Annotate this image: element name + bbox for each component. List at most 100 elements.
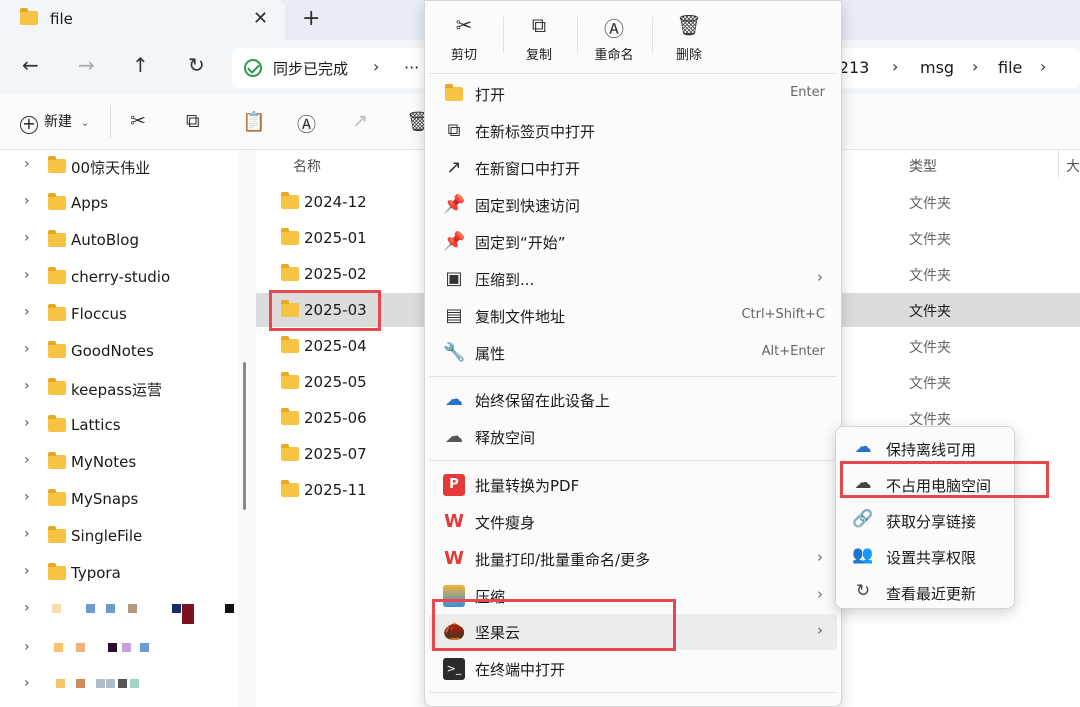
cloud-download-icon: ☁ bbox=[445, 389, 463, 410]
menu-item-label: 批量打印/批量重命名/更多 bbox=[475, 551, 651, 569]
sidebar-item[interactable]: › cherry-studio bbox=[0, 263, 237, 293]
divider bbox=[577, 17, 578, 53]
delete-button[interactable]: 🗑 删除 bbox=[654, 13, 724, 63]
highlight-box-free-space bbox=[840, 461, 1049, 498]
chevron-right-icon[interactable]: › bbox=[24, 267, 30, 283]
menu-item-open-new-window[interactable]: ↗ 在新窗口中打开 bbox=[429, 150, 837, 186]
menu-item-pin-start[interactable]: 📌 固定到“开始” bbox=[429, 224, 837, 260]
back-icon[interactable]: ← bbox=[22, 53, 39, 77]
submenu-item-keep-offline[interactable]: ☁ 保持离线可用 bbox=[840, 431, 1010, 465]
chevron-right-icon[interactable]: › bbox=[24, 526, 30, 542]
menu-item-open-terminal[interactable]: >_ 在终端中打开 bbox=[429, 651, 837, 687]
menu-item-free-space[interactable]: ☁ 释放空间 bbox=[429, 419, 837, 455]
menu-item-batch-pdf[interactable]: P 批量转换为PDF bbox=[429, 467, 837, 503]
chevron-right-icon[interactable]: › bbox=[972, 57, 978, 76]
sidebar-item[interactable]: › MyNotes bbox=[0, 448, 237, 478]
sidebar-item-obscured[interactable]: › bbox=[0, 671, 237, 701]
chevron-right-icon[interactable]: › bbox=[24, 378, 30, 394]
cut-icon[interactable]: ✂ bbox=[130, 110, 146, 132]
sync-check-icon bbox=[244, 59, 262, 77]
tab-file[interactable]: file ✕ bbox=[0, 0, 285, 40]
wps-icon: W bbox=[444, 511, 464, 532]
sidebar-item[interactable]: › GoodNotes bbox=[0, 337, 237, 367]
menu-item-compress-to[interactable]: ▣ 压缩到... › bbox=[429, 261, 837, 297]
submenu-item-share-link[interactable]: 🔗 获取分享链接 bbox=[840, 503, 1010, 537]
rename-icon[interactable]: Ⓐ bbox=[297, 110, 316, 137]
menu-divider bbox=[429, 460, 837, 461]
chevron-right-icon[interactable]: › bbox=[892, 57, 898, 76]
row-name: 2025-04 bbox=[304, 337, 367, 355]
sidebar-item[interactable]: › keepass运营 bbox=[0, 374, 237, 404]
cut-button[interactable]: ✂ 剪切 bbox=[429, 13, 499, 63]
menu-item-file-slim[interactable]: W 文件瘦身 bbox=[429, 504, 837, 540]
column-header-name[interactable]: 名称 bbox=[293, 156, 321, 176]
menu-item-open[interactable]: 打开 Enter bbox=[429, 76, 837, 112]
chevron-right-icon[interactable]: › bbox=[24, 563, 30, 579]
chevron-right-icon[interactable]: › bbox=[373, 57, 379, 76]
column-header-type[interactable]: 类型 bbox=[909, 156, 937, 176]
menu-item-keep-on-device[interactable]: ☁ 始终保留在此设备上 bbox=[429, 382, 837, 418]
column-header-size[interactable]: 大 bbox=[1066, 156, 1080, 176]
up-icon[interactable]: ↑ bbox=[132, 53, 149, 77]
paste-icon[interactable]: 📋 bbox=[242, 110, 266, 133]
more-crumbs-button[interactable]: ··· bbox=[404, 58, 419, 77]
menu-item-copy-path[interactable]: ▤ 复制文件地址 Ctrl+Shift+C bbox=[429, 298, 837, 334]
menu-item-open-new-tab[interactable]: ⧉ 在新标签页中打开 bbox=[429, 113, 837, 149]
sidebar-item[interactable]: › Floccus bbox=[0, 300, 237, 330]
copy-button[interactable]: ⧉ 复制 bbox=[504, 13, 574, 63]
chevron-right-icon[interactable]: › bbox=[24, 600, 30, 616]
sidebar-item-obscured[interactable]: › bbox=[0, 635, 237, 665]
sidebar-item[interactable]: › Typora bbox=[0, 559, 237, 589]
chevron-right-icon[interactable]: › bbox=[24, 193, 30, 209]
chevron-right-icon[interactable]: › bbox=[24, 156, 30, 172]
refresh-icon[interactable]: ↻ bbox=[188, 53, 205, 77]
submenu-item-recent-updates[interactable]: ↻ 查看最近更新 bbox=[840, 575, 1010, 609]
sidebar-item-obscured[interactable]: › bbox=[0, 596, 237, 626]
sidebar-scrollbar[interactable] bbox=[243, 362, 246, 510]
sidebar-item-label: Typora bbox=[71, 564, 121, 582]
menu-item-batch-more[interactable]: W 批量打印/批量重命名/更多 › bbox=[429, 541, 837, 577]
sidebar-item[interactable]: › 00惊天伟业 bbox=[0, 152, 237, 182]
sidebar-item[interactable]: › AutoBlog bbox=[0, 226, 237, 256]
obscured-block bbox=[108, 643, 117, 652]
obscured-block bbox=[122, 643, 131, 652]
menu-item-pin-quick-access[interactable]: 📌 固定到快速访问 bbox=[429, 187, 837, 223]
chevron-right-icon[interactable]: › bbox=[24, 452, 30, 468]
chevron-right-icon[interactable]: › bbox=[24, 341, 30, 357]
close-tab-icon[interactable]: ✕ bbox=[253, 8, 268, 29]
forward-icon[interactable]: → bbox=[78, 53, 95, 77]
new-tab-button[interactable]: + bbox=[302, 6, 320, 31]
trash-icon: 🗑 bbox=[676, 13, 702, 37]
submenu-item-label: 保持离线可用 bbox=[886, 441, 977, 459]
plus-icon: + bbox=[20, 116, 38, 134]
sidebar-item[interactable]: › MySnaps bbox=[0, 485, 237, 515]
new-button[interactable]: + 新建 ⌄ bbox=[20, 111, 90, 134]
breadcrumb-msg[interactable]: msg bbox=[920, 58, 954, 77]
folder-icon bbox=[281, 228, 299, 245]
share-icon[interactable]: ↗ bbox=[352, 110, 368, 132]
copy-icon[interactable]: ⧉ bbox=[186, 110, 200, 132]
chevron-right-icon[interactable]: › bbox=[24, 489, 30, 505]
sidebar-item[interactable]: › Lattics bbox=[0, 411, 237, 441]
menu-divider bbox=[429, 73, 837, 74]
submenu-item-share-permission[interactable]: 👥 设置共享权限 bbox=[840, 539, 1010, 573]
new-tab-icon: ⧉ bbox=[447, 120, 461, 141]
column-divider[interactable] bbox=[1058, 150, 1059, 178]
chevron-right-icon[interactable]: › bbox=[24, 304, 30, 320]
chevron-right-icon[interactable]: › bbox=[24, 230, 30, 246]
row-type: 文件夹 bbox=[909, 196, 951, 212]
wrench-icon: 🔧 bbox=[443, 342, 466, 363]
sidebar-item-label: GoodNotes bbox=[71, 342, 154, 360]
menu-item-properties[interactable]: 🔧 属性 Alt+Enter bbox=[429, 335, 837, 371]
sidebar-item[interactable]: › Apps bbox=[0, 189, 237, 219]
row-name: 2024-12 bbox=[304, 193, 367, 211]
pane-splitter[interactable] bbox=[237, 150, 256, 707]
breadcrumb-file[interactable]: file bbox=[998, 58, 1022, 77]
rename-button[interactable]: Ⓐ 重命名 bbox=[579, 13, 649, 63]
terminal-icon: >_ bbox=[443, 658, 465, 680]
chevron-right-icon[interactable]: › bbox=[24, 415, 30, 431]
chevron-right-icon[interactable]: › bbox=[24, 675, 30, 691]
chevron-right-icon[interactable]: › bbox=[1040, 57, 1046, 76]
chevron-right-icon[interactable]: › bbox=[24, 639, 30, 655]
sidebar-item[interactable]: › SingleFile bbox=[0, 522, 237, 552]
